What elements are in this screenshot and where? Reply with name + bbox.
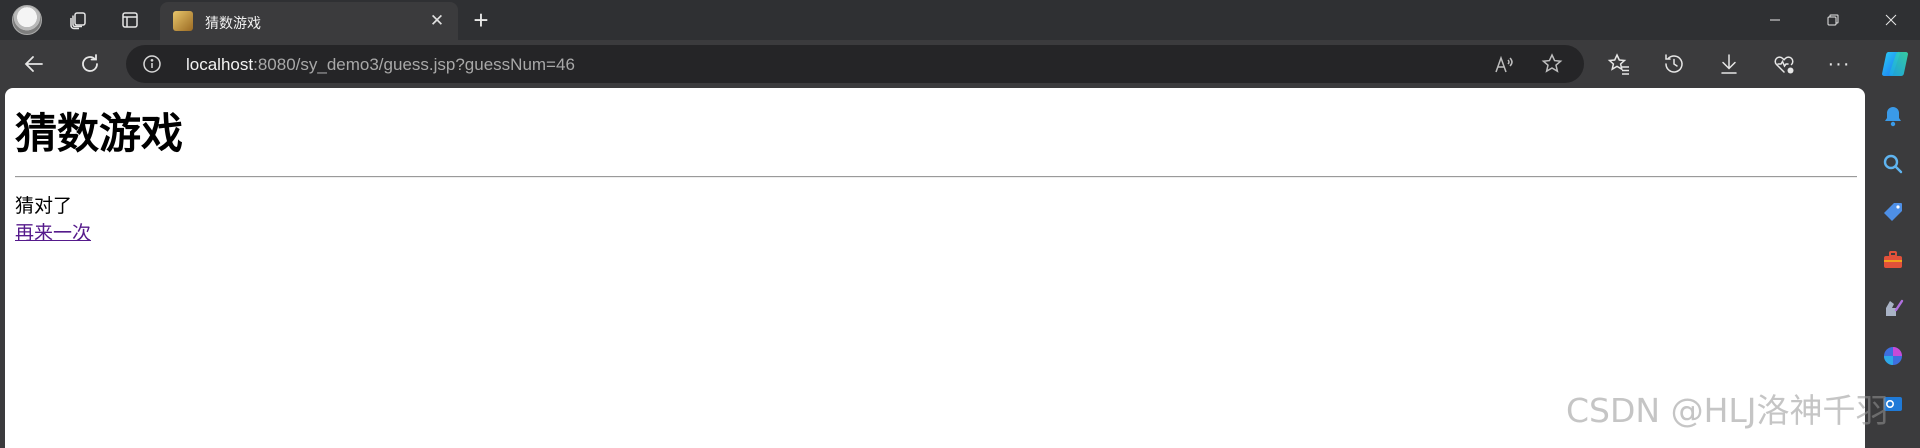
play-again-link[interactable]: 再来一次 [15, 218, 91, 245]
tab-strip: 猜数游戏 ✕ + [0, 0, 1920, 40]
csdn-watermark: CSDN @HLJ洛神千羽 [1566, 391, 1889, 430]
shopping-tag-icon[interactable] [1879, 198, 1907, 226]
tab-title: 猜数游戏 [205, 15, 261, 31]
games-icon[interactable] [1879, 294, 1907, 322]
read-aloud-icon[interactable] [1492, 53, 1516, 77]
bell-icon[interactable] [1879, 102, 1907, 130]
history-icon[interactable] [1657, 47, 1691, 81]
tools-icon[interactable] [1879, 246, 1907, 274]
window-close-icon[interactable] [1864, 0, 1918, 40]
active-tab[interactable]: 猜数游戏 ✕ [160, 2, 458, 40]
restore-icon[interactable] [1806, 0, 1860, 40]
download-icon[interactable] [1712, 47, 1746, 81]
address-bar[interactable]: localhost:8080/sy_demo3/guess.jsp?guessN… [126, 45, 1584, 83]
star-icon[interactable] [1540, 52, 1564, 76]
office-icon[interactable] [1879, 342, 1907, 370]
url-path: :8080/sy_demo3/guess.jsp?guessNum=46 [253, 55, 575, 74]
info-icon[interactable] [142, 54, 162, 74]
address-toolbar: localhost:8080/sy_demo3/guess.jsp?guessN… [0, 40, 1920, 88]
page-heading: 猜数游戏 [15, 109, 184, 158]
plus-icon[interactable]: + [466, 5, 496, 35]
profile-avatar-icon[interactable] [11, 4, 43, 36]
url-text[interactable]: localhost:8080/sy_demo3/guess.jsp?guessN… [186, 55, 575, 75]
tomcat-favicon-icon [173, 11, 193, 31]
horizontal-rule [15, 176, 1857, 178]
copilot-icon[interactable] [1877, 46, 1913, 82]
favorites-icon[interactable] [1602, 47, 1636, 81]
url-host: localhost [186, 55, 254, 74]
minimize-icon[interactable] [1748, 0, 1802, 40]
tab-actions-icon[interactable] [114, 4, 146, 36]
back-arrow-icon[interactable] [16, 46, 52, 82]
heart-pulse-icon[interactable] [1767, 47, 1801, 81]
close-icon[interactable]: ✕ [424, 8, 450, 34]
guess-result-text: 猜对了 [15, 195, 73, 217]
refresh-icon[interactable] [72, 46, 108, 82]
more-icon[interactable]: ··· [1822, 47, 1856, 81]
search-icon[interactable] [1879, 150, 1907, 178]
collections-icon[interactable] [62, 4, 94, 36]
